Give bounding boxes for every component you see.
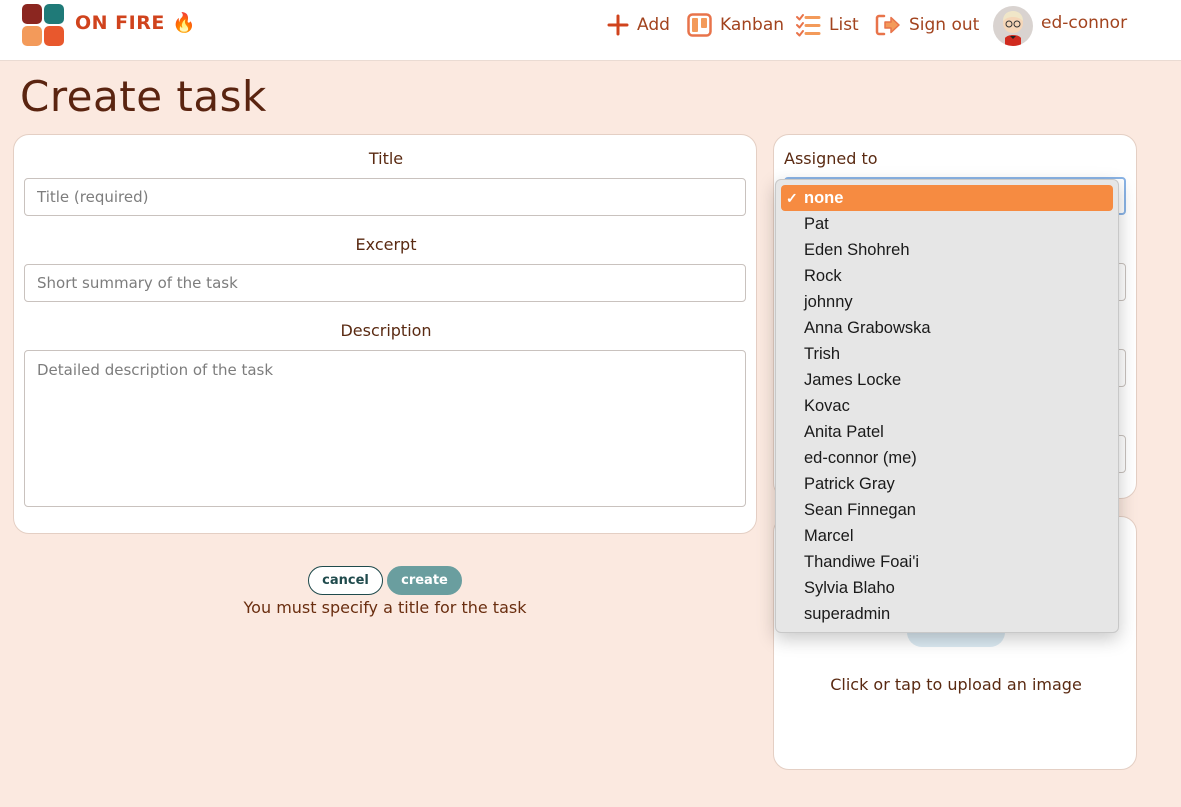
dropdown-option-label: Kovac <box>804 397 850 415</box>
dropdown-option-label: Anna Grabowska <box>804 319 931 337</box>
dropdown-option[interactable]: ✓ none <box>781 185 1113 211</box>
dropdown-option-label: johnny <box>804 293 853 311</box>
dropdown-option-label: Thandiwe Foai'i <box>804 553 920 571</box>
excerpt-input[interactable] <box>24 264 746 302</box>
title-input[interactable] <box>24 178 746 216</box>
brand-name[interactable]: ON FIRE 🔥 <box>75 11 196 34</box>
dropdown-option[interactable]: Pat <box>781 211 1113 237</box>
excerpt-label: Excerpt <box>355 235 417 254</box>
dropdown-option-label: Patrick Gray <box>804 475 895 493</box>
task-form-card: Title Excerpt Description <box>13 134 757 534</box>
nav-add[interactable]: Add <box>607 12 670 38</box>
dropdown-option-label: ed-connor (me) <box>804 449 917 467</box>
checklist-icon <box>795 13 821 37</box>
nav-kanban-label: Kanban <box>720 15 785 35</box>
cancel-button[interactable]: cancel <box>308 566 383 595</box>
dropdown-option[interactable]: Rock <box>781 263 1113 289</box>
page-title: Create task <box>20 72 267 121</box>
kanban-icon <box>687 13 712 37</box>
dropdown-option-label: Anita Patel <box>804 423 884 441</box>
dropdown-option-label: James Locke <box>804 371 902 389</box>
nav-add-label: Add <box>637 15 670 35</box>
dropdown-option[interactable]: Eden Shohreh <box>781 237 1113 263</box>
username[interactable]: ed-connor <box>1041 13 1127 33</box>
description-textarea[interactable] <box>24 350 746 507</box>
upload-hint: Click or tap to upload an image <box>830 675 1082 694</box>
dropdown-option-label: superadmin <box>804 605 891 623</box>
dropdown-option[interactable]: James Locke <box>781 367 1113 393</box>
dropdown-option[interactable]: superadmin <box>781 601 1113 627</box>
description-label: Description <box>340 321 432 340</box>
dropdown-option-label: none <box>804 189 844 207</box>
logo-square-dark-red <box>22 4 42 24</box>
dropdown-option-label: Eden Shohreh <box>804 241 910 259</box>
dropdown-option[interactable]: Trish <box>781 341 1113 367</box>
nav-list-label: List <box>829 15 859 35</box>
nav-kanban[interactable]: Kanban <box>687 12 784 38</box>
sign-out-icon <box>875 13 901 37</box>
dropdown-option-label: Sean Finnegan <box>804 501 916 519</box>
assigned-to-label: Assigned to <box>784 149 878 168</box>
user-avatar[interactable] <box>993 6 1033 46</box>
checkmark-icon: ✓ <box>786 190 798 206</box>
create-button[interactable]: create <box>387 566 462 595</box>
nav-list[interactable]: List <box>795 12 859 38</box>
validation-error: You must specify a title for the task <box>243 598 527 617</box>
fire-icon: 🔥 <box>171 12 197 34</box>
title-label: Title <box>368 149 404 168</box>
nav-sign-out[interactable]: Sign out <box>875 12 979 38</box>
dropdown-option[interactable]: Patrick Gray <box>781 471 1113 497</box>
logo-square-teal <box>44 4 64 24</box>
dropdown-option[interactable]: Anita Patel <box>781 419 1113 445</box>
dropdown-option-label: Trish <box>804 345 841 363</box>
dropdown-option[interactable]: Sylvia Blaho <box>781 575 1113 601</box>
app-logo[interactable] <box>22 4 66 48</box>
dropdown-option[interactable]: johnny <box>781 289 1113 315</box>
logo-square-orange <box>22 26 42 46</box>
dropdown-option[interactable]: Kovac <box>781 393 1113 419</box>
dropdown-option-label: Pat <box>804 215 829 233</box>
plus-icon <box>607 14 629 36</box>
top-bar: ON FIRE 🔥 Add Kanban List Sign out ed-co… <box>0 0 1181 61</box>
dropdown-option-label: Sylvia Blaho <box>804 579 895 597</box>
dropdown-option-label: Marcel <box>804 527 854 545</box>
dropdown-option[interactable]: Sean Finnegan <box>781 497 1113 523</box>
brand-text: ON FIRE <box>75 12 165 34</box>
dropdown-option[interactable]: Thandiwe Foai'i <box>781 549 1113 575</box>
dropdown-option-label: Rock <box>804 267 842 285</box>
logo-square-red-orange <box>44 26 64 46</box>
dropdown-option[interactable]: ed-connor (me) <box>781 445 1113 471</box>
nav-sign-out-label: Sign out <box>909 15 980 35</box>
assignee-dropdown-list[interactable]: ✓ none Pat Eden Shohreh Rock johnny Anna Grabo… <box>775 179 1119 633</box>
dropdown-option[interactable]: Anna Grabowska <box>781 315 1113 341</box>
dropdown-option[interactable]: Marcel <box>781 523 1113 549</box>
